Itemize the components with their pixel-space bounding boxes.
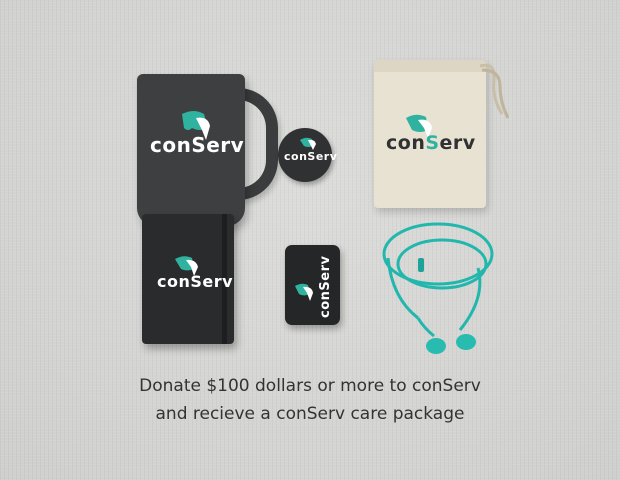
pouch-brand-text: conServ (386, 132, 476, 154)
pouch-hem (374, 60, 486, 72)
brand-accent: S (425, 132, 440, 154)
phone-brand-text: conServ (318, 255, 333, 318)
caption-line-2: and recieve a conServ care package (155, 404, 465, 424)
earphones-icon (382, 222, 494, 354)
brand-prefix: con (386, 132, 426, 154)
elephant-logo-icon (295, 283, 313, 301)
notebook-brand-text: conServ (157, 272, 234, 291)
mug-brand-text: conServ (150, 133, 245, 157)
badge-brand-text: conServ (284, 150, 338, 163)
drawstring-icon (479, 63, 510, 119)
brand-suffix: erv (439, 132, 476, 154)
caption-line-1: Donate $100 dollars or more to conServ (139, 376, 481, 396)
